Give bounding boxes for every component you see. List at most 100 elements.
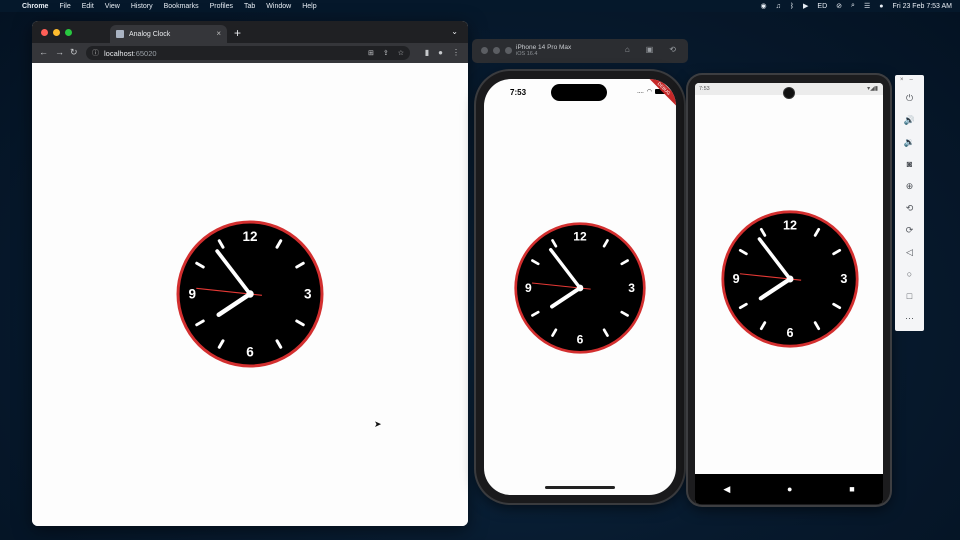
menu-help[interactable]: Help xyxy=(302,3,316,10)
back-icon[interactable]: ← xyxy=(39,47,48,57)
tab-analog-clock[interactable]: Analog Clock × xyxy=(110,25,227,43)
signal-icon: .... xyxy=(637,88,644,95)
menu-edit[interactable]: Edit xyxy=(82,3,94,10)
control-center-icon[interactable]: ☰ xyxy=(864,2,870,10)
tab-title: Analog Clock xyxy=(129,30,171,38)
clock-numeral: 6 xyxy=(786,326,793,340)
close-window-button[interactable] xyxy=(41,29,48,36)
simulator-window-controls xyxy=(481,47,512,54)
siri-icon[interactable]: ● xyxy=(879,3,883,10)
menu-tab[interactable]: Tab xyxy=(244,3,255,10)
rotate-icon[interactable]: ⟲ xyxy=(669,45,676,54)
wifi-icon: ◠ xyxy=(646,89,652,95)
home-icon-emu[interactable]: ○ xyxy=(895,267,924,281)
front-camera xyxy=(784,88,794,98)
volume-up-icon[interactable]: 🔊 xyxy=(895,113,924,127)
bookmark-star-icon[interactable]: ☆ xyxy=(398,49,404,57)
url-host: localhost xyxy=(104,48,134,58)
url-port: :65020 xyxy=(133,48,157,58)
clock-numeral: 6 xyxy=(246,344,254,359)
share-icon[interactable]: ⇪ xyxy=(383,49,389,57)
recents-square-icon[interactable]: ■ xyxy=(849,484,854,494)
record-icon[interactable]: ◉ xyxy=(760,2,766,10)
minimize-window-button[interactable] xyxy=(53,29,60,36)
more-menu-icon[interactable]: ⋮ xyxy=(452,48,460,57)
sim-zoom-button[interactable] xyxy=(505,47,512,54)
overview-icon[interactable]: □ xyxy=(895,289,924,303)
window-controls xyxy=(41,29,72,36)
home-circle-icon[interactable]: ● xyxy=(787,484,792,494)
flutter-favicon-icon xyxy=(116,30,124,38)
menu-datetime[interactable]: Fri 23 Feb 7:53 AM xyxy=(892,3,952,10)
dynamic-island xyxy=(551,84,607,101)
android-screen: 7:53 ▾◢▮ 12 3 6 9 ◀ ● ■ xyxy=(695,83,883,504)
clock-numeral: 12 xyxy=(242,229,257,244)
menu-profiles[interactable]: Profiles xyxy=(210,3,233,10)
analog-clock-android: 12 3 6 9 xyxy=(720,209,860,349)
zoom-window-button[interactable] xyxy=(65,29,72,36)
zoom-icon[interactable]: ⊕ xyxy=(895,179,924,193)
emulator-minimize-icon[interactable]: – xyxy=(910,77,913,83)
address-bar[interactable]: ⓘ localhost:65020 ⊞ ⇪ ☆ xyxy=(86,46,410,60)
menu-status-area: ◉ ♫ ᛒ ▶ ED ⊘ ⌕ ☰ ● Fri 23 Feb 7:53 AM xyxy=(760,0,952,12)
clock-center-pin xyxy=(576,284,584,292)
omnibox-actions: ⊞ ⇪ ☆ xyxy=(368,46,404,60)
menu-app-name[interactable]: Chrome xyxy=(22,3,48,10)
clock-center-pin xyxy=(786,275,794,283)
forward-icon[interactable]: → xyxy=(55,47,64,57)
tab-search-chevron-icon[interactable]: ⌄ xyxy=(451,27,458,36)
iphone-screen: 7:53 .... ◠ DEBUG 12 3 6 9 xyxy=(484,79,676,495)
emulator-close-icon[interactable]: × xyxy=(900,77,904,83)
more-options-icon[interactable]: ⋯ xyxy=(895,311,924,325)
camera-icon[interactable]: ◙ xyxy=(895,157,924,171)
wifi-off-icon[interactable]: ⊘ xyxy=(836,2,842,10)
headphones-icon[interactable]: ♫ xyxy=(776,3,781,10)
sim-close-button[interactable] xyxy=(481,47,488,54)
profile-icon[interactable]: ● xyxy=(438,48,443,57)
clock-numeral: 12 xyxy=(783,218,797,232)
sim-minimize-button[interactable] xyxy=(493,47,500,54)
back-icon-emu[interactable]: ◁ xyxy=(895,245,924,259)
screenshot-icon[interactable]: ▣ xyxy=(646,45,654,54)
emulator-window-controls: × – xyxy=(900,77,913,83)
clock-numeral: 9 xyxy=(188,287,196,302)
site-info-icon[interactable]: ⓘ xyxy=(92,48,99,58)
rotate-left-icon[interactable]: ⟲ xyxy=(895,201,924,215)
browser-toolbar: ← → ↻ ⓘ localhost:65020 ⊞ ⇪ ☆ ▮ ● ⋮ xyxy=(32,43,468,63)
simulator-toolbar: iPhone 14 Pro Max iOS 16.4 ⌂ ▣ ⟲ xyxy=(472,39,688,63)
new-tab-button[interactable]: + xyxy=(234,26,241,40)
home-indicator[interactable] xyxy=(545,486,615,489)
clock-numeral: 12 xyxy=(573,229,587,243)
install-app-icon[interactable]: ⊞ xyxy=(368,49,374,57)
simulator-title: iPhone 14 Pro Max iOS 16.4 xyxy=(516,44,571,58)
analog-clock: 12 3 6 9 xyxy=(175,219,325,369)
clock-numeral: 9 xyxy=(733,272,740,286)
android-status-time: 7:53 xyxy=(699,86,710,92)
android-status-icons: ▾◢▮ xyxy=(867,86,878,92)
bluetooth-icon[interactable]: ᛒ xyxy=(790,3,794,10)
search-icon[interactable]: ⌕ xyxy=(851,2,855,10)
clock-center-pin xyxy=(246,290,254,298)
home-icon[interactable]: ⌂ xyxy=(625,45,630,54)
menu-view[interactable]: View xyxy=(105,3,120,10)
simulator-os: iOS 16.4 xyxy=(516,51,538,57)
play-icon[interactable]: ▶ xyxy=(803,2,808,10)
side-panel-icon[interactable]: ▮ xyxy=(425,48,429,57)
close-tab-icon[interactable]: × xyxy=(216,29,221,38)
power-icon[interactable]: ⏻ xyxy=(895,91,924,105)
emulator-side-panel: × – ⏻ 🔊 🔉 ◙ ⊕ ⟲ ⟳ ◁ ○ □ ⋯ xyxy=(895,75,924,331)
battery-indicator[interactable]: ED xyxy=(817,3,827,10)
volume-down-icon[interactable]: 🔉 xyxy=(895,135,924,149)
back-triangle-icon[interactable]: ◀ xyxy=(723,484,730,495)
rotate-right-icon[interactable]: ⟳ xyxy=(895,223,924,237)
menu-bookmarks[interactable]: Bookmarks xyxy=(164,3,199,10)
analog-clock-ios: 12 3 6 9 xyxy=(513,221,647,355)
reload-icon[interactable]: ↻ xyxy=(70,47,78,58)
menu-history[interactable]: History xyxy=(131,3,153,10)
ios-status-time: 7:53 xyxy=(510,88,527,97)
simulator-device-name: iPhone 14 Pro Max xyxy=(516,44,572,51)
menu-file[interactable]: File xyxy=(59,3,70,10)
iphone-simulator: 7:53 .... ◠ DEBUG 12 3 6 9 xyxy=(476,71,684,503)
menu-window[interactable]: Window xyxy=(266,3,291,10)
clock-numeral: 6 xyxy=(577,333,584,347)
